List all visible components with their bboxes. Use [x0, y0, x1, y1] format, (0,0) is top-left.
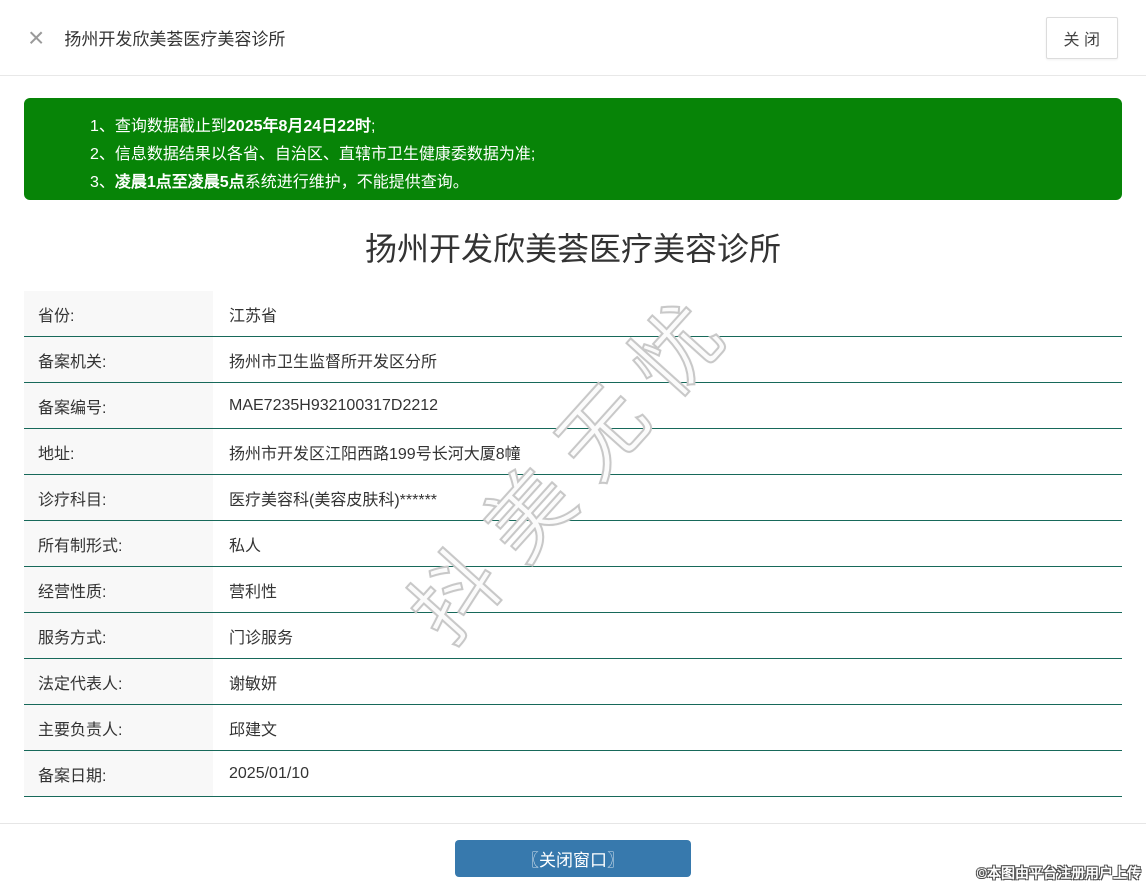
- table-row: 备案编号: MAE7235H932100317D2212: [24, 383, 1122, 429]
- row-label: 所有制形式:: [24, 521, 213, 566]
- row-value: 2025/01/10: [213, 751, 1122, 796]
- notice-bold-text: 凌晨1点至凌晨5点: [114, 174, 245, 191]
- clinic-title: 扬州开发欣美荟医疗美容诊所: [364, 231, 781, 267]
- row-value: 私人: [213, 521, 1122, 566]
- row-label: 备案编号:: [24, 383, 213, 428]
- close-button[interactable]: 关 闭: [1045, 16, 1118, 59]
- info-table: 省份: 江苏省 备案机关: 扬州市卫生监督所开发区分所 备案编号: MAE723…: [24, 291, 1122, 797]
- table-row: 服务方式: 门诊服务: [24, 613, 1122, 659]
- notice-text: 2、信息数据结果以各省、自治区、直辖市卫生健康委数据为准;: [90, 146, 536, 163]
- row-value: 营利性: [213, 567, 1122, 612]
- row-label: 省份:: [24, 291, 213, 336]
- page: × 扬州开发欣美荟医疗美容诊所 关 闭 1、查询数据截止到2025年8月24日2…: [0, 0, 1146, 889]
- close-icon[interactable]: ×: [28, 23, 44, 52]
- notice-line-1: 1、查询数据截止到2025年8月24日22时;: [90, 113, 1102, 141]
- table-row: 备案日期: 2025/01/10: [24, 751, 1122, 797]
- row-value: 医疗美容科(美容皮肤科)******: [213, 475, 1122, 520]
- table-row: 所有制形式: 私人: [24, 521, 1122, 567]
- header-bar: × 扬州开发欣美荟医疗美容诊所 关 闭: [0, 0, 1146, 76]
- footer-divider: [0, 823, 1146, 824]
- row-value: 谢敏妍: [213, 659, 1122, 704]
- row-label: 诊疗科目:: [24, 475, 213, 520]
- row-label: 主要负责人:: [24, 705, 213, 750]
- notice-text: 系统进行维护，不能提供查询。: [244, 174, 469, 191]
- row-label: 法定代表人:: [24, 659, 213, 704]
- row-value: 江苏省: [213, 291, 1122, 336]
- table-row: 诊疗科目: 医疗美容科(美容皮肤科)******: [24, 475, 1122, 521]
- notice-line-3: 3、凌晨1点至凌晨5点系统进行维护，不能提供查询。: [90, 169, 1102, 197]
- notice-text: 1、查询数据截止到: [90, 118, 227, 135]
- table-row: 省份: 江苏省: [24, 291, 1122, 337]
- row-label: 备案机关:: [24, 337, 213, 382]
- header-title: 扬州开发欣美荟医疗美容诊所: [64, 30, 286, 49]
- row-label: 地址:: [24, 429, 213, 474]
- table-row: 法定代表人: 谢敏妍: [24, 659, 1122, 705]
- table-row: 主要负责人: 邱建文: [24, 705, 1122, 751]
- row-value: 扬州市卫生监督所开发区分所: [213, 337, 1122, 382]
- table-row: 经营性质: 营利性: [24, 567, 1122, 613]
- row-label: 服务方式:: [24, 613, 213, 658]
- notice-line-2: 2、信息数据结果以各省、自治区、直辖市卫生健康委数据为准;: [90, 141, 1102, 169]
- row-value: 邱建文: [213, 705, 1122, 750]
- notice-box: 1、查询数据截止到2025年8月24日22时; 2、信息数据结果以各省、自治区、…: [24, 98, 1122, 200]
- notice-text: 3、: [90, 174, 115, 191]
- row-label: 经营性质:: [24, 567, 213, 612]
- row-value: 门诊服务: [213, 613, 1122, 658]
- notice-bold-text: 2025年8月24日22时: [226, 118, 371, 135]
- notice-text: ;: [371, 118, 376, 135]
- row-value: MAE7235H932100317D2212: [213, 383, 1122, 428]
- row-value: 扬州市开发区江阳西路199号长河大厦8幢: [213, 429, 1122, 474]
- table-row: 地址: 扬州市开发区江阳西路199号长河大厦8幢: [24, 429, 1122, 475]
- close-window-button[interactable]: 〖关闭窗口〗: [455, 840, 691, 877]
- table-row: 备案机关: 扬州市卫生监督所开发区分所: [24, 337, 1122, 383]
- row-label: 备案日期:: [24, 751, 213, 796]
- copyright-watermark-text: ©本图由平台注册用户上传: [976, 865, 1141, 881]
